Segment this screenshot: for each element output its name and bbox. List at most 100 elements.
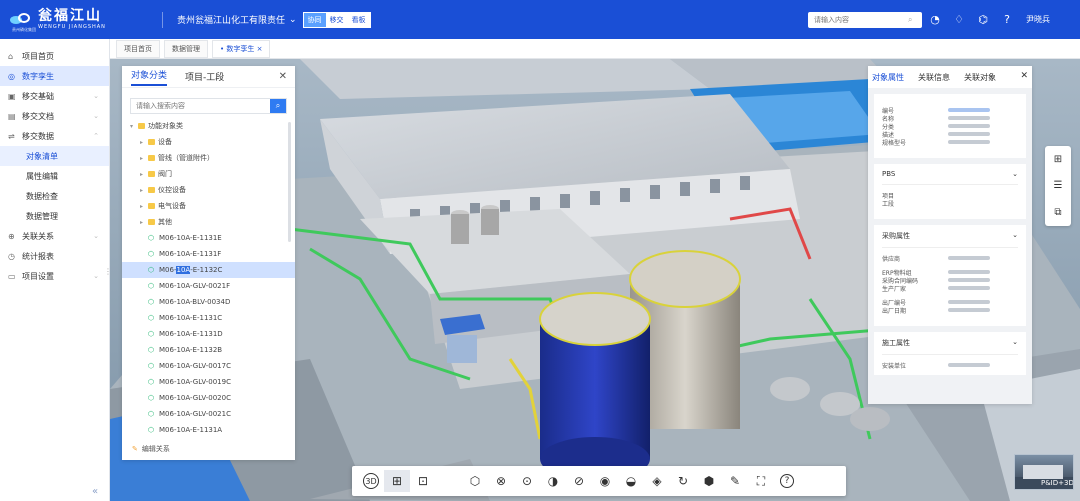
edit-relation-button[interactable]: ✎ 编辑关系 — [132, 444, 170, 454]
3d-view-icon[interactable]: 3D — [363, 473, 379, 489]
user-name[interactable]: 尹晓兵 — [1026, 14, 1050, 25]
tree-scrollbar[interactable] — [288, 122, 291, 242]
sidebar-item-label: 数字孪生 — [22, 71, 54, 81]
focus-icon[interactable]: ⊡ — [410, 470, 436, 492]
fullscreen-icon[interactable]: ⛶ — [748, 470, 774, 492]
tab-related-objects[interactable]: 关联对象 — [964, 72, 996, 83]
sidebar-subitem-object-list[interactable]: 对象清单 — [0, 146, 109, 166]
tree-leaf[interactable]: ⬡ M06-10A-E-1131E — [122, 230, 295, 246]
logo[interactable]: 瓮福江山 WENGFU JIANGSHAN 贵州磷化集团 — [0, 0, 140, 39]
chevron-down-icon: ⌄ — [1012, 170, 1018, 178]
hide-icon[interactable]: ⊘ — [566, 470, 592, 492]
ruler-icon[interactable]: ✎ — [722, 470, 748, 492]
section-icon[interactable]: ⬡ — [462, 470, 488, 492]
folder-icon — [148, 187, 155, 193]
clear-icon[interactable]: ⊗ — [488, 470, 514, 492]
object-icon: ⬡ — [148, 362, 155, 370]
search-icon[interactable]: ⌕ — [270, 99, 286, 113]
tree-folder[interactable]: ▸ 电气设备 — [122, 198, 295, 214]
attr-row: 规格型号 — [882, 138, 1018, 147]
tree-node-label: 其他 — [158, 218, 172, 226]
sidebar-subitem-data-check[interactable]: 数据检查 — [0, 186, 109, 206]
tree-leaf[interactable]: ⬡ M06-10A-GLV-0021C — [122, 406, 295, 422]
tree-node-label: 电气设备 — [158, 202, 186, 210]
tree-folder[interactable]: ▸ 仪控设备 — [122, 182, 295, 198]
tab-data-manage[interactable]: 数据管理 — [164, 39, 208, 58]
help-icon[interactable]: ? — [780, 474, 794, 488]
isolate-icon[interactable]: ◒ — [618, 470, 644, 492]
tree-folder[interactable]: ▸ 阀门 — [122, 166, 295, 182]
layers-icon[interactable]: ⧉ — [1054, 207, 1061, 218]
tree-folder[interactable]: ▸ 其他 — [122, 214, 295, 230]
measure-icon[interactable]: ⊙ — [514, 470, 540, 492]
tree-node-label: 设备 — [158, 138, 172, 146]
company-selector[interactable]: 贵州瓮福江山化工有限责任 ⌄ — [177, 13, 297, 27]
pbs-header[interactable]: PBS ⌄ — [882, 170, 1018, 185]
purchase-header[interactable]: 采购属性 ⌄ — [882, 231, 1018, 248]
mode-tab-handover[interactable]: 移交 — [325, 12, 348, 27]
tree-leaf[interactable]: ⬡ M06-10A-GLV-0019C — [122, 374, 295, 390]
cube-icon[interactable]: ⬢ — [696, 470, 722, 492]
object-icon: ⬡ — [148, 266, 155, 274]
global-search-input[interactable] — [814, 16, 908, 24]
rotate-icon[interactable]: ↻ — [670, 470, 696, 492]
construction-card: 施工属性 ⌄ 安装单位 — [874, 332, 1026, 375]
pid-3d-thumbnail[interactable]: P&ID+3D — [1014, 454, 1074, 490]
sidebar-item-handover-docs[interactable]: ▤ 移交文档 ⌄ — [0, 106, 109, 126]
tree-leaf[interactable]: ⬡ M06-10A-E-1132B — [122, 342, 295, 358]
logo-icon — [10, 12, 32, 27]
tree-leaf-selected[interactable]: ⬡ M06- 10A -E-1132C — [122, 262, 295, 278]
rss-icon[interactable]: ⌬ — [976, 13, 990, 27]
sidebar-item-settings[interactable]: ▭ 项目设置 ⌄ — [0, 266, 109, 286]
model-tree-icon[interactable]: ⊞ — [1054, 154, 1062, 165]
sidebar-item-handover-basic[interactable]: ▣ 移交基础 ⌄ — [0, 86, 109, 106]
adjust-icon[interactable]: ☰ — [1054, 180, 1063, 191]
sidebar-item-digital-twin[interactable]: ◎ 数字孪生 — [0, 66, 109, 86]
object-search-input[interactable] — [131, 99, 270, 113]
tree-leaf[interactable]: ⬡ M06-10A-GLV-0017C — [122, 358, 295, 374]
tree-leaf[interactable]: ⬡ M06-10A-E-1131A — [122, 422, 295, 438]
object-tree: ▾ 功能对象类 ▸ 设备 ▸ 管线（管道附件） ▸ 阀门 ▸ 仪控设备 ▸ 电气设备 ▸ 其他… — [122, 118, 295, 438]
paint-icon[interactable]: ◈ — [644, 470, 670, 492]
tab-digital-twin[interactable]: • 数字孪生 × — [212, 39, 271, 58]
close-icon[interactable]: ✕ — [1020, 71, 1028, 81]
tab-object-attributes[interactable]: 对象属性 — [872, 72, 904, 83]
dashboard-icon[interactable]: ◔ — [928, 13, 942, 27]
tree-leaf[interactable]: ⬡ M06-10A-BLV-0034D — [122, 294, 295, 310]
page-tabs: 项目首页 数据管理 • 数字孪生 × — [110, 39, 1080, 59]
sidebar-subitem-data-manage[interactable]: 数据管理 — [0, 206, 109, 226]
tree-leaf[interactable]: ⬡ M06-10A-GLV-0020C — [122, 390, 295, 406]
object-search[interactable]: ⌕ — [130, 98, 287, 114]
construction-header[interactable]: 施工属性 ⌄ — [882, 338, 1018, 355]
close-icon[interactable]: ✕ — [279, 71, 287, 82]
tree-leaf[interactable]: ⬡ M06-10A-E-1131F — [122, 246, 295, 262]
attr-row: 出厂日期 — [882, 306, 1018, 315]
sidebar-subitem-attribute-edit[interactable]: 属性编辑 — [0, 166, 109, 186]
tab-related-info[interactable]: 关联信息 — [918, 72, 950, 83]
tree-folder[interactable]: ▸ 管线（管道附件） — [122, 150, 295, 166]
help-icon[interactable]: ? — [1000, 13, 1014, 27]
sidebar-item-home[interactable]: ⌂ 项目首页 — [0, 46, 109, 66]
tab-object-category[interactable]: 对象分类 — [131, 68, 168, 86]
tree-root[interactable]: ▾ 功能对象类 — [122, 118, 295, 134]
sidebar-item-relations[interactable]: ⊕ 关联关系 ⌄ — [0, 226, 109, 246]
tree-leaf[interactable]: ⬡ M06-10A-E-1131C — [122, 310, 295, 326]
tab-project-home[interactable]: 项目首页 — [116, 39, 160, 58]
search-icon[interactable]: ⌕ — [908, 15, 912, 25]
attr-key: 供应商 — [882, 255, 901, 263]
mode-tab-dashboard[interactable]: 看板 — [347, 12, 370, 27]
sidebar-item-reports[interactable]: ◷ 统计报表 — [0, 246, 109, 266]
mode-tab-collaborate[interactable]: 协同 — [303, 12, 326, 27]
structure-tree-icon[interactable]: ⊞ — [384, 470, 410, 492]
bell-icon[interactable]: ♢ — [952, 13, 966, 27]
show-icon[interactable]: ◉ — [592, 470, 618, 492]
collapse-sidebar-icon[interactable]: « — [92, 486, 98, 497]
tree-leaf[interactable]: ⬡ M06-10A-GLV-0021F — [122, 278, 295, 294]
tree-folder[interactable]: ▸ 设备 — [122, 134, 295, 150]
contrast-icon[interactable]: ◑ — [540, 470, 566, 492]
tree-leaf[interactable]: ⬡ M06-10A-E-1131D — [122, 326, 295, 342]
sidebar-item-handover-data[interactable]: ⇌ 移交数据 ⌃ — [0, 126, 109, 146]
tab-project-section[interactable]: 项目-工段 — [185, 70, 224, 83]
global-search[interactable]: ⌕ — [808, 12, 922, 28]
basic-attributes-card: 编号 名称 分类 描述 规格型号 — [874, 94, 1026, 158]
